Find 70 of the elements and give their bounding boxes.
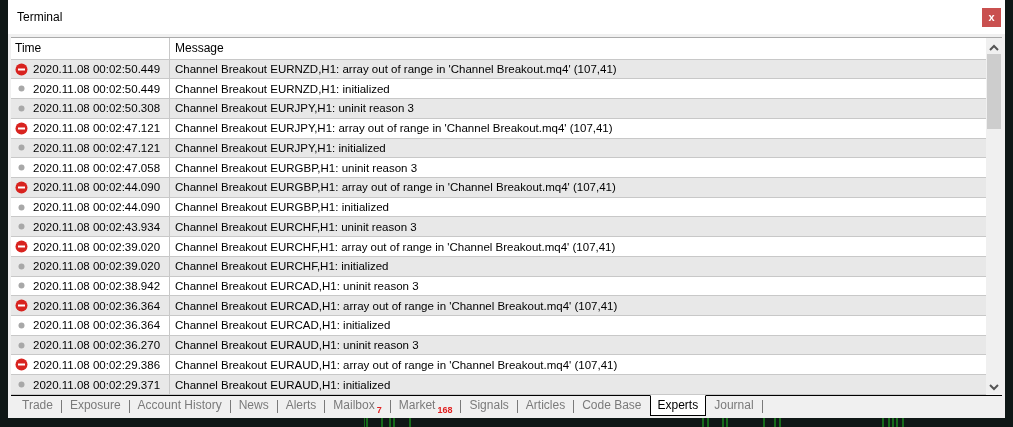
- dot-icon: [18, 381, 25, 389]
- message-cell: Channel Breakout EURCAD,H1: initialized: [175, 319, 391, 332]
- scroll-down-icon[interactable]: [989, 383, 999, 391]
- error-icon: [15, 240, 28, 253]
- dot-icon: [18, 223, 25, 231]
- tab[interactable]: Signals: [461, 395, 517, 416]
- message-cell: Channel Breakout EURAUD,H1: initialized: [175, 378, 391, 391]
- dot-icon: [18, 341, 25, 349]
- message-cell: Channel Breakout EURCHF,H1: initialized: [175, 260, 389, 273]
- message-cell: Channel Breakout EURJPY,H1: array out of range in 'Channel Breakout.mq4' (107,41): [175, 122, 613, 135]
- time-cell: 2020.11.08 00:02:44.090: [33, 201, 161, 214]
- close-button[interactable]: x: [982, 7, 1001, 27]
- message-cell: Channel Breakout EURJPY,H1: uninit reason 3: [175, 102, 414, 115]
- message-cell: Channel Breakout EURAUD,H1: uninit reason 3: [175, 339, 419, 352]
- dot-icon: [18, 105, 25, 112]
- time-cell: 2020.11.08 00:02:29.386: [33, 358, 161, 371]
- message-cell: Channel Breakout EURNZD,H1: initialized: [175, 82, 390, 95]
- tab-count: 7: [376, 405, 382, 415]
- message-cell: Channel Breakout EURGBP,H1: array out of range in 'Channel Breakout.mq4' (107,41): [175, 181, 616, 194]
- time-cell: 2020.11.08 00:02:36.364: [33, 319, 161, 332]
- tab[interactable]: Alerts: [277, 395, 325, 416]
- message-cell: Channel Breakout EURNZD,H1: array out of range in 'Channel Breakout.mq4' (107,41): [175, 63, 617, 76]
- message-cell: Channel Breakout EURGBP,H1: initialized: [175, 201, 389, 214]
- column-header[interactable]: Message: [175, 41, 224, 56]
- tab[interactable]: Trade: [14, 395, 61, 416]
- message-cell: Channel Breakout EURCHF,H1: array out of range in 'Channel Breakout.mq4' (107,41): [175, 240, 616, 253]
- error-icon: [15, 62, 28, 76]
- dot-icon: [18, 262, 25, 270]
- dot-icon: [18, 282, 25, 290]
- message-cell: Channel Breakout EURCAD,H1: array out of range in 'Channel Breakout.mq4' (107,41): [175, 299, 618, 312]
- message-cell: Channel Breakout EURCHF,H1: uninit reason 3: [175, 220, 417, 233]
- dot-icon: [18, 144, 25, 152]
- time-cell: 2020.11.08 00:02:47.121: [33, 141, 161, 154]
- time-cell: 2020.11.08 00:02:43.934: [33, 220, 161, 233]
- time-cell: 2020.11.08 00:02:36.364: [33, 299, 161, 312]
- time-cell: 2020.11.08 00:02:47.058: [33, 161, 161, 174]
- tab[interactable]: Account History: [129, 395, 230, 416]
- dot-icon: [18, 164, 25, 172]
- tab-count: 168: [437, 405, 453, 415]
- error-icon: [15, 180, 28, 194]
- message-cell: Channel Breakout EURCAD,H1: uninit reason 3: [175, 279, 419, 292]
- message-cell: Channel Breakout EURJPY,H1: initialized: [175, 141, 386, 154]
- dot-icon: [18, 85, 25, 93]
- tab[interactable]: Code Base: [574, 395, 650, 416]
- tab[interactable]: Articles: [517, 395, 574, 416]
- time-cell: 2020.11.08 00:02:50.449: [33, 82, 161, 95]
- message-cell: Channel Breakout EURAUD,H1: array out of range in 'Channel Breakout.mq4' (107,41): [175, 358, 618, 371]
- column-header[interactable]: Time: [15, 41, 42, 56]
- dot-icon: [18, 203, 25, 211]
- time-cell: 2020.11.08 00:02:50.308: [33, 102, 161, 115]
- time-cell: 2020.11.08 00:02:44.090: [33, 181, 161, 194]
- time-cell: 2020.11.08 00:02:36.270: [33, 339, 161, 352]
- time-cell: 2020.11.08 00:02:38.942: [33, 279, 161, 292]
- error-icon: [15, 121, 28, 135]
- scroll-up-icon[interactable]: [989, 44, 999, 52]
- tab[interactable]: Journal: [706, 395, 762, 416]
- dot-icon: [18, 321, 25, 329]
- time-cell: 2020.11.08 00:02:29.371: [33, 378, 161, 391]
- error-icon: [15, 299, 28, 313]
- tab[interactable]: Exposure: [61, 395, 129, 416]
- time-cell: 2020.11.08 00:02:39.020: [33, 260, 161, 273]
- time-cell: 2020.11.08 00:02:50.449: [33, 63, 161, 76]
- tab[interactable]: Experts: [649, 395, 707, 416]
- error-icon: [15, 358, 28, 372]
- tab[interactable]: News: [230, 395, 277, 416]
- time-cell: 2020.11.08 00:02:47.121: [33, 122, 161, 135]
- time-cell: 2020.11.08 00:02:39.020: [33, 240, 161, 253]
- scrollbar-thumb[interactable]: [987, 54, 1001, 129]
- window-title: Terminal: [17, 10, 63, 24]
- message-cell: Channel Breakout EURGBP,H1: uninit reason 3: [175, 161, 418, 174]
